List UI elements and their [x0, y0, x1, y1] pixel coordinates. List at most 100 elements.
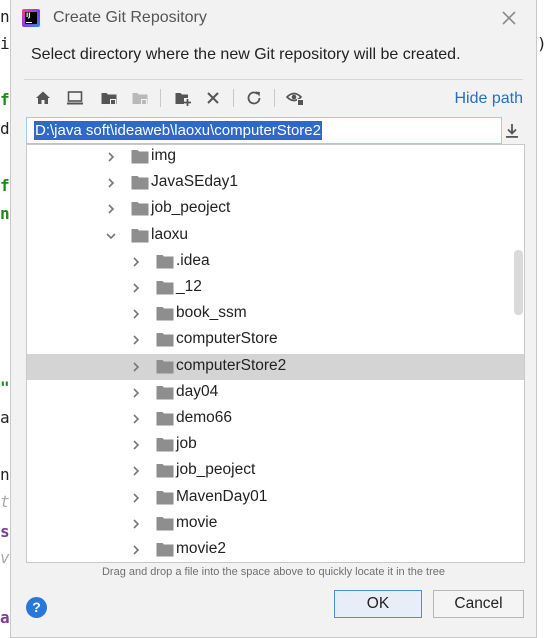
tree-row[interactable]: book_ssm [27, 301, 524, 327]
project-button[interactable] [97, 86, 121, 110]
tree-row-label: job [176, 435, 197, 453]
hide-path-link[interactable]: Hide path [455, 90, 524, 108]
chevron-right-icon[interactable] [130, 256, 142, 268]
tree-row[interactable]: demo66 [27, 406, 524, 432]
folder-icon [131, 176, 149, 190]
tree-row-label: movie2 [176, 540, 226, 557]
help-button[interactable]: ? [26, 597, 47, 618]
show-hidden-icon [286, 92, 304, 106]
tree-row[interactable]: JavaSEday1 [27, 170, 524, 196]
tree-row[interactable]: img [27, 145, 524, 170]
show-hidden-button[interactable] [284, 86, 308, 110]
tree-row[interactable]: job [27, 432, 524, 458]
bg-fragment: d [0, 121, 10, 137]
tree-row[interactable]: laoxu [27, 223, 524, 249]
ok-button[interactable]: OK [334, 590, 422, 618]
tree-row[interactable]: day04 [27, 380, 524, 406]
tree-row-label: demo66 [176, 409, 233, 426]
new-folder-icon [175, 93, 191, 106]
tree-row-label: movie [176, 513, 218, 531]
tree-row[interactable]: job_peoject [27, 458, 524, 484]
desktop-button[interactable] [63, 86, 87, 110]
tree-row-label: job_peoject [151, 199, 231, 217]
delete-icon [207, 92, 219, 104]
toolbar-separator [160, 89, 161, 107]
tree-row[interactable]: job_peoject [27, 196, 524, 222]
chevron-right-icon[interactable] [130, 492, 142, 504]
bg-fragment: t [0, 494, 10, 510]
dialog-description: Select directory where the new Git repos… [31, 46, 461, 63]
chevron-right-icon[interactable] [130, 518, 142, 530]
chevron-right-icon[interactable] [130, 334, 142, 346]
refresh-button[interactable] [242, 86, 266, 110]
tree-row-label: day04 [176, 382, 219, 400]
tree-row-label: job_peoject [176, 461, 256, 479]
path-history-button[interactable] [502, 121, 522, 141]
tree-row-label: laoxu [151, 225, 189, 243]
folder-icon [156, 516, 174, 531]
bg-fragment-right: ) [537, 36, 547, 52]
tree-row[interactable]: .idea [27, 249, 524, 275]
chevron-right-icon[interactable] [130, 439, 142, 451]
tree-scrollbar-thumb[interactable] [514, 250, 523, 315]
module-button[interactable] [128, 86, 152, 110]
folder-icon [156, 333, 174, 347]
bg-fragment: f [0, 92, 10, 108]
chevron-right-icon[interactable] [130, 361, 142, 373]
folder-icon [156, 385, 174, 400]
tree-row[interactable]: computerStore [27, 327, 524, 353]
chevron-right-icon[interactable] [105, 203, 117, 215]
tree-row-label: computerStore2 [176, 356, 287, 374]
dialog-title: Create Git Repository [53, 9, 207, 26]
chevron-down-icon[interactable] [105, 230, 117, 242]
project-folder-icon [101, 93, 117, 105]
close-button[interactable] [500, 9, 518, 27]
folder-icon [156, 543, 174, 557]
bg-fragment: v [0, 550, 10, 566]
chevron-right-icon[interactable] [105, 177, 117, 189]
refresh-icon [247, 91, 261, 105]
tree-row-label: book_ssm [176, 304, 247, 322]
bg-fragment: s [0, 524, 10, 540]
folder-icon [156, 490, 174, 505]
delete-button[interactable] [201, 86, 225, 110]
cancel-button[interactable]: Cancel [433, 590, 524, 618]
chevron-right-icon[interactable] [130, 544, 142, 556]
new-folder-button[interactable] [171, 86, 195, 110]
title-bar: IJ Create Git Repository [11, 0, 536, 38]
path-input[interactable]: D:\java soft\ideaweb\laoxu\computerStore… [26, 117, 502, 144]
chevron-right-icon[interactable] [130, 282, 142, 294]
download-arrow-icon [506, 124, 518, 138]
close-icon [502, 11, 516, 25]
home-button[interactable] [31, 86, 55, 110]
chevron-right-icon[interactable] [130, 308, 142, 320]
tree-row-label: .idea [176, 251, 210, 269]
tree-row-label: computerStore [176, 330, 278, 348]
tree-row[interactable]: movie2 [27, 537, 524, 562]
tree-row[interactable]: computerStore2 [27, 353, 524, 380]
tree-row-label: MavenDay01 [176, 487, 268, 505]
folder-icon [156, 254, 174, 269]
bg-fragment: a [0, 610, 10, 626]
folder-icon [131, 202, 149, 216]
folder-icon [131, 150, 149, 164]
intellij-logo-icon: IJ [22, 9, 40, 27]
tree-row[interactable]: MavenDay01 [27, 485, 524, 511]
bg-fragment: " [0, 380, 10, 396]
file-chooser-toolbar [31, 86, 331, 112]
tree-row[interactable]: movie [27, 511, 524, 537]
tree-row[interactable]: _12 [27, 275, 524, 301]
folder-icon [156, 359, 174, 374]
chevron-right-icon[interactable] [105, 151, 117, 163]
chevron-right-icon[interactable] [130, 465, 142, 477]
bg-fragment: n [0, 9, 10, 25]
tree-row-label: JavaSEday1 [151, 173, 239, 191]
chevron-right-icon[interactable] [130, 413, 142, 425]
folder-icon [156, 281, 174, 295]
folder-icon [156, 307, 174, 321]
tree-row-label: img [151, 147, 176, 164]
directory-tree[interactable]: movie2 movie MavenDay01 job_peoject job demo6… [26, 144, 525, 563]
chevron-right-icon[interactable] [130, 387, 142, 399]
tree-row-label: _12 [176, 278, 202, 295]
bg-fragment: f [0, 178, 10, 194]
